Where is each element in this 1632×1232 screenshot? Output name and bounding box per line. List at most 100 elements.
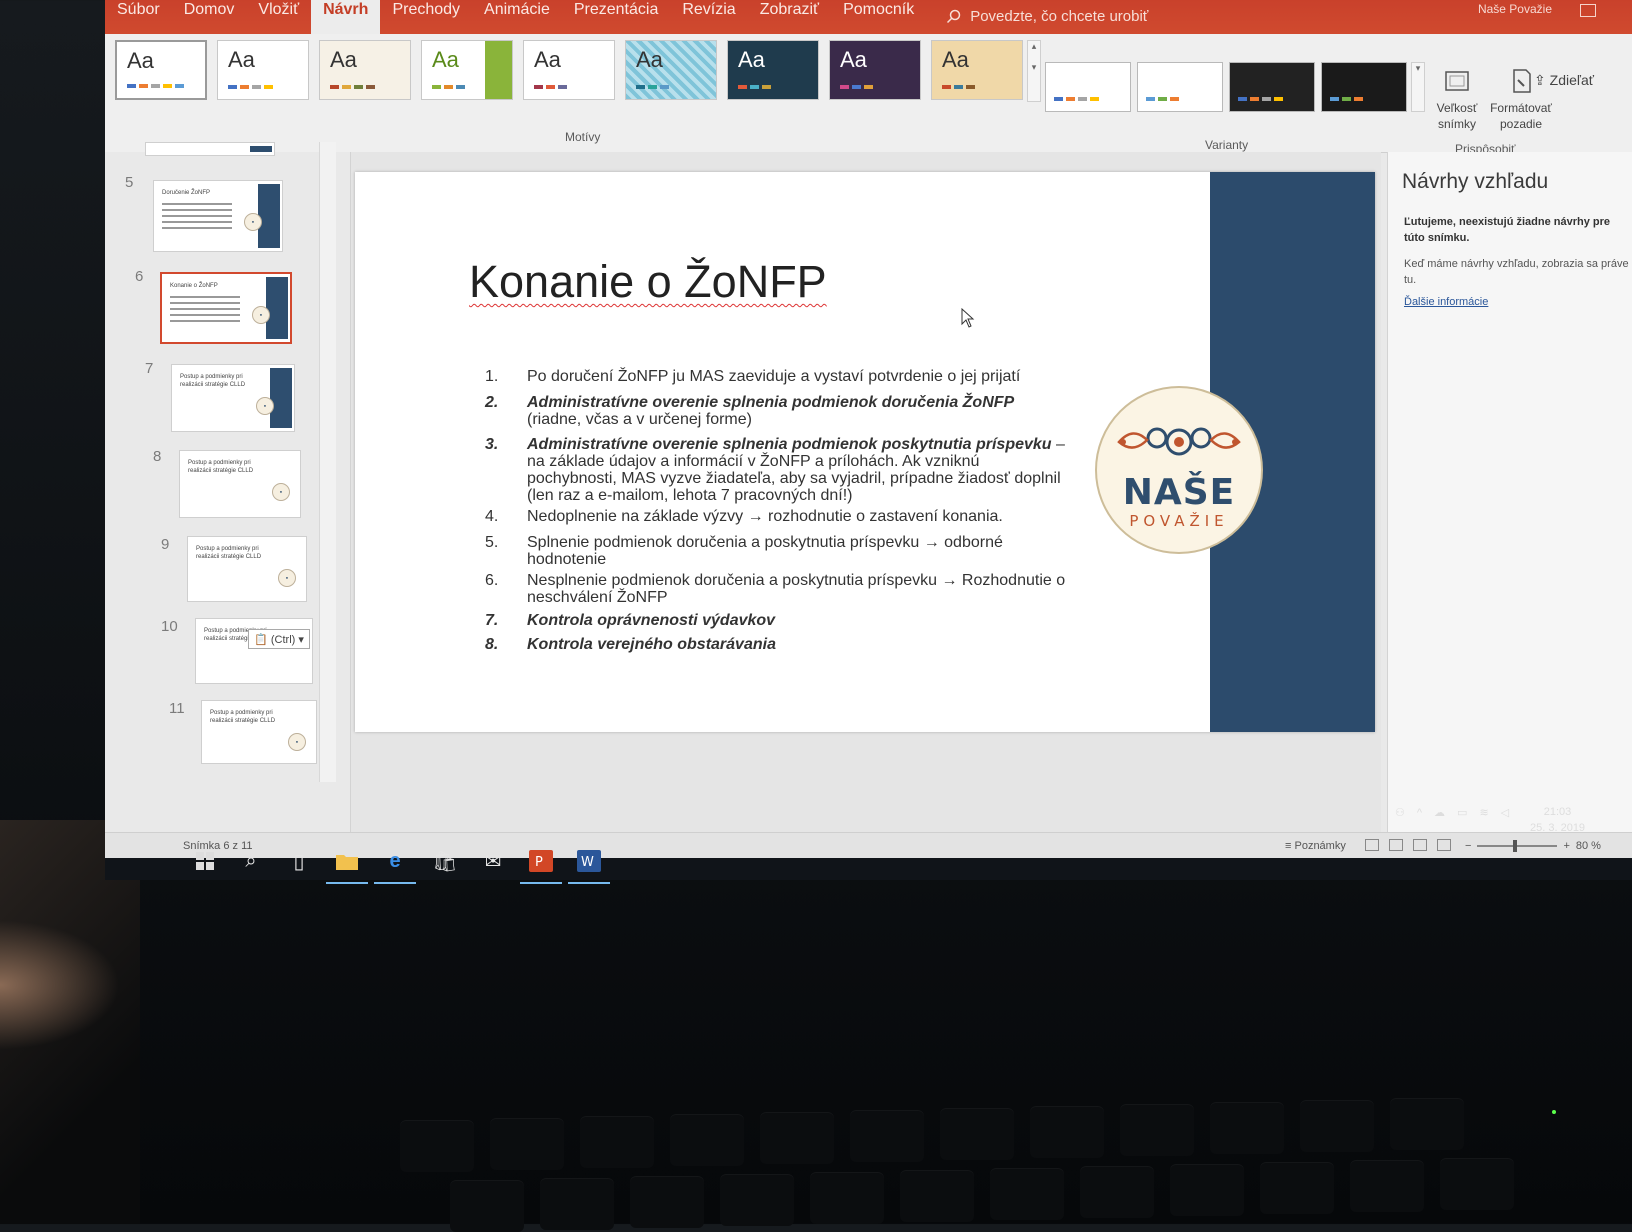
chevron-up-icon[interactable]: ^ <box>1417 807 1422 819</box>
tab-revizia[interactable]: Revízia <box>670 0 747 34</box>
slide-title-text: Konanie o ŽoNFP <box>469 256 827 307</box>
tab-subor[interactable]: Súbor <box>105 0 172 34</box>
list-text-bold: Kontrola verejného obstarávania <box>527 636 776 653</box>
thumbnail-slide-5[interactable]: Doručenie ŽoNFP ● <box>153 180 283 252</box>
slide-title[interactable]: Konanie o ŽoNFP <box>469 256 827 308</box>
tab-navrh[interactable]: Návrh <box>311 0 381 34</box>
tab-prezentacia[interactable]: Prezentácia <box>562 0 671 34</box>
svg-text:W: W <box>581 855 594 870</box>
list-text: Nedoplnenie na základe výzvy → rozhodnut… <box>527 508 1003 525</box>
group-label-themes: Motívy <box>565 130 601 144</box>
thumbnail-number: 10 <box>161 618 178 635</box>
power-led <box>1552 1110 1556 1114</box>
variant-1[interactable] <box>1045 62 1131 112</box>
theme-office[interactable]: Aa <box>115 40 207 100</box>
start-windows-icon[interactable] <box>190 846 220 876</box>
slide-canvas[interactable]: Konanie o ŽoNFP 1. Po doručení ŽoNFP ju … <box>355 172 1375 732</box>
thumbnail-slide-4[interactable] <box>145 142 275 156</box>
mail-icon[interactable]: ✉ <box>478 846 508 876</box>
tab-pomocnik[interactable]: Pomocník <box>831 0 926 34</box>
theme-sample-text: Aa <box>636 47 663 72</box>
ribbon-design: Aa Aa Aa Aa Aa Aa Aa Aa Aa ▴ ▾ Motívy ▾ … <box>105 34 1632 156</box>
wifi-icon[interactable]: ≋ <box>1479 806 1488 819</box>
powerpoint-icon[interactable]: P <box>520 846 562 884</box>
list-number: 5. <box>485 534 499 551</box>
design-ideas-title: Návrhy vzhľadu <box>1402 170 1549 193</box>
paste-options-label: (Ctrl) <box>270 634 296 646</box>
thumbnails-scrollbar[interactable] <box>319 142 336 782</box>
task-view-icon[interactable]: ▯ <box>284 846 314 876</box>
variant-2[interactable] <box>1137 62 1223 112</box>
thumbnail-slide-9[interactable]: Postup a podmienky pri realizácii straté… <box>187 536 307 602</box>
edge-browser-icon[interactable]: e <box>374 846 416 884</box>
thumbnail-slide-11[interactable]: Postup a podmienky pri realizácii straté… <box>201 700 317 764</box>
thumbnail-slide-8[interactable]: Postup a podmienky pri realizácii straté… <box>179 450 301 518</box>
tab-prechody[interactable]: Prechody <box>380 0 472 34</box>
thumbnail-slide-7[interactable]: Postup a podmienky pri realizácii straté… <box>171 364 295 432</box>
variant-3[interactable] <box>1229 62 1315 112</box>
tab-animacie[interactable]: Animácie <box>472 0 562 34</box>
thumbnail-slide-10[interactable]: Postup a podmienky pri realizácii straté… <box>195 618 313 684</box>
taskbar-clock[interactable]: 21:03 25. 3. 2019 <box>1530 804 1585 836</box>
theme-2[interactable]: Aa <box>217 40 309 100</box>
theme-3[interactable]: Aa <box>319 40 411 100</box>
thumbnail-title: Postup a podmienky pri realizácii straté… <box>188 460 254 474</box>
theme-6[interactable]: Aa <box>625 40 717 100</box>
share-button[interactable]: ⇪ Zdieľať <box>1534 72 1594 89</box>
variant-4[interactable] <box>1321 62 1407 112</box>
format-background-label: Formátovať pozadie <box>1490 101 1552 131</box>
file-explorer-icon[interactable] <box>326 846 368 884</box>
ribbon-tabs: Súbor Domov Vložiť Návrh Prechody Animác… <box>105 0 1160 34</box>
clock-time: 21:03 <box>1543 806 1572 818</box>
word-icon[interactable]: W <box>568 846 610 884</box>
theme-8[interactable]: Aa <box>829 40 921 100</box>
list-text-bold: Administratívne overenie splnenia podmie… <box>527 394 1015 411</box>
theme-sample-text: Aa <box>738 47 765 72</box>
tell-me-search[interactable]: Povedzte, čo chcete urobiť <box>926 0 1160 34</box>
background-light <box>0 920 120 1050</box>
variants-more-arrow[interactable]: ▾ <box>1411 62 1425 112</box>
list-text-bold: Kontrola oprávnenosti výdavkov <box>527 612 776 629</box>
theme-sample-text: Aa <box>330 47 357 72</box>
clock-date: 25. 3. 2019 <box>1530 822 1586 834</box>
thumbnail-slide-6[interactable]: Konanie o ŽoNFP ● <box>160 272 292 344</box>
tab-domov[interactable]: Domov <box>172 0 247 34</box>
thumbnail-number: 8 <box>153 448 162 465</box>
list-text: Nesplnenie podmienok doručenia a poskytn… <box>527 572 1066 606</box>
thumbnail-title: Postup a podmienky pri realizácii straté… <box>196 546 262 560</box>
theme-4[interactable]: Aa <box>421 40 513 100</box>
paste-options-button[interactable]: 📋 (Ctrl) ▾ <box>248 629 310 649</box>
themes-more-arrow[interactable]: ▴ ▾ <box>1027 40 1041 102</box>
thumbnail-number: 11 <box>169 700 185 717</box>
tab-vlozit[interactable]: Vložiť <box>246 0 311 34</box>
logo-sub-text: POVAŽIE <box>1129 512 1229 530</box>
nase-povazie-logo[interactable]: NAŠE POVAŽIE <box>1095 386 1263 554</box>
search-icon[interactable]: ⌕ <box>236 846 266 876</box>
theme-7[interactable]: Aa <box>727 40 819 100</box>
tab-zobrazit[interactable]: Zobraziť <box>748 0 831 34</box>
thumbnail-number: 6 <box>135 268 144 285</box>
onedrive-icon[interactable]: ☁ <box>1434 806 1445 819</box>
folk-ornament-icon <box>1117 427 1241 456</box>
theme-sample-text: Aa <box>127 48 154 73</box>
list-number: 3. <box>485 436 499 453</box>
tell-me-text: Povedzte, čo chcete urobiť <box>970 8 1149 25</box>
theme-5[interactable]: Aa <box>523 40 615 100</box>
volume-icon[interactable]: ◁ <box>1501 806 1509 819</box>
store-icon[interactable]: 🛍 <box>430 846 460 876</box>
system-tray: ⚇ ^ ☁ ▭ ≋ ◁ <box>1395 806 1509 820</box>
design-ideas-pane: Návrhy vzhľadu Ľutujeme, neexistujú žiad… <box>1387 152 1632 832</box>
people-icon[interactable]: ⚇ <box>1395 806 1405 819</box>
slide-size-button[interactable]: Veľkosť snímky <box>1427 66 1487 132</box>
thumbnail-title: Konanie o ŽoNFP <box>170 283 218 289</box>
ribbon-display-options-icon[interactable] <box>1580 4 1596 17</box>
account-name[interactable]: Naše Považie <box>1478 2 1552 16</box>
list-number: 6. <box>485 572 499 589</box>
more-info-link[interactable]: Ďalšie informácie <box>1404 296 1488 308</box>
battery-icon[interactable]: ▭ <box>1457 806 1467 819</box>
format-background-icon <box>1513 69 1531 93</box>
theme-sample-text: Aa <box>942 47 969 72</box>
theme-sample-text: Aa <box>228 47 255 72</box>
list-text: Po doručení ŽoNFP ju MAS zaeviduje a vys… <box>527 368 1021 385</box>
theme-9[interactable]: Aa <box>931 40 1023 100</box>
